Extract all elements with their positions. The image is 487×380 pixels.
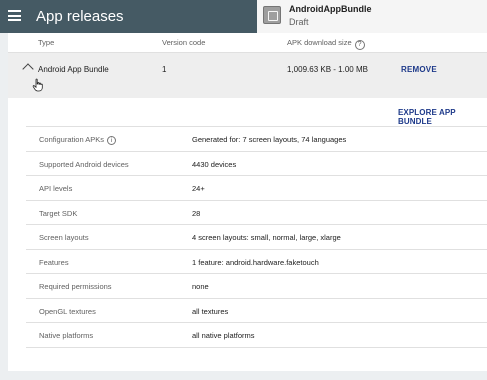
app-bundle-icon: [263, 6, 281, 24]
list-item: Target SDK 28: [26, 201, 487, 225]
detail-label: Configuration APKs i: [39, 135, 117, 145]
list-item: Native platforms all native platforms: [26, 323, 487, 348]
table-row[interactable]: Android App Bundle 1 1,009.63 KB - 1.00 …: [8, 53, 487, 98]
bundle-name: AndroidAppBundle: [289, 4, 372, 14]
detail-value: Generated for: 7 screen layouts, 74 lang…: [192, 135, 347, 144]
hand-cursor-icon: [32, 78, 43, 92]
detail-value: 28: [192, 208, 201, 218]
detail-label: Native platforms: [39, 331, 94, 340]
row-apk-size: 1,009.63 KB - 1.00 MB: [287, 65, 368, 74]
detail-label: Supported Android devices: [39, 159, 129, 169]
detail-label-text: Configuration APKs: [39, 135, 105, 144]
detail-value: 1 feature: android.hardware.faketouch: [192, 257, 319, 267]
detail-label: OpenGL textures: [39, 306, 96, 316]
column-header-version-code: Version code: [162, 38, 206, 47]
list-item: Configuration APKs i Generated for: 7 scr…: [26, 127, 487, 152]
detail-value: all textures: [192, 306, 229, 316]
detail-label: API levels: [39, 184, 73, 193]
column-header-apk-size: APK download size?: [287, 38, 365, 50]
column-header-apk-size-label: APK download size: [287, 38, 352, 47]
detail-value: 4 screen layouts: small, normal, large, …: [192, 233, 341, 242]
list-item: Supported Android devices 4430 devices: [26, 152, 487, 176]
menu-icon[interactable]: [8, 10, 21, 21]
detail-label: Screen layouts: [39, 233, 89, 242]
info-icon[interactable]: i: [107, 136, 117, 145]
table-header: Type Version code APK download size?: [8, 33, 487, 53]
bundle-details-list: Configuration APKs i Generated for: 7 scr…: [26, 126, 487, 348]
top-app-bar: App releases AndroidAppBundle Draft: [0, 0, 487, 33]
detail-label: Features: [39, 257, 69, 267]
help-icon[interactable]: ?: [354, 40, 365, 50]
detail-value: 4430 devices: [192, 159, 237, 169]
detail-label: Required permissions: [39, 282, 112, 291]
list-item: Screen layouts 4 screen layouts: small, …: [26, 225, 487, 250]
list-item: OpenGL textures all textures: [26, 299, 487, 323]
row-type: Android App Bundle: [38, 65, 109, 74]
list-item: API levels 24+: [26, 176, 487, 201]
column-header-type: Type: [38, 38, 55, 47]
detail-value: 24+: [192, 184, 205, 193]
row-version-code: 1: [162, 65, 167, 74]
release-panel: Type Version code APK download size? And…: [8, 33, 487, 371]
explore-app-bundle-button[interactable]: EXPLORE APP BUNDLE: [398, 108, 487, 126]
bundle-selector[interactable]: AndroidAppBundle Draft: [257, 0, 487, 33]
detail-value: none: [192, 282, 209, 291]
bundle-status: Draft: [289, 17, 309, 27]
list-item: Required permissions none: [26, 274, 487, 299]
detail-value: all native platforms: [192, 331, 255, 340]
remove-button[interactable]: REMOVE: [401, 65, 437, 74]
detail-label: Target SDK: [39, 208, 78, 218]
list-item: Features 1 feature: android.hardware.fak…: [26, 250, 487, 274]
chevron-up-icon[interactable]: [22, 63, 34, 75]
page-title: App releases: [36, 8, 124, 25]
